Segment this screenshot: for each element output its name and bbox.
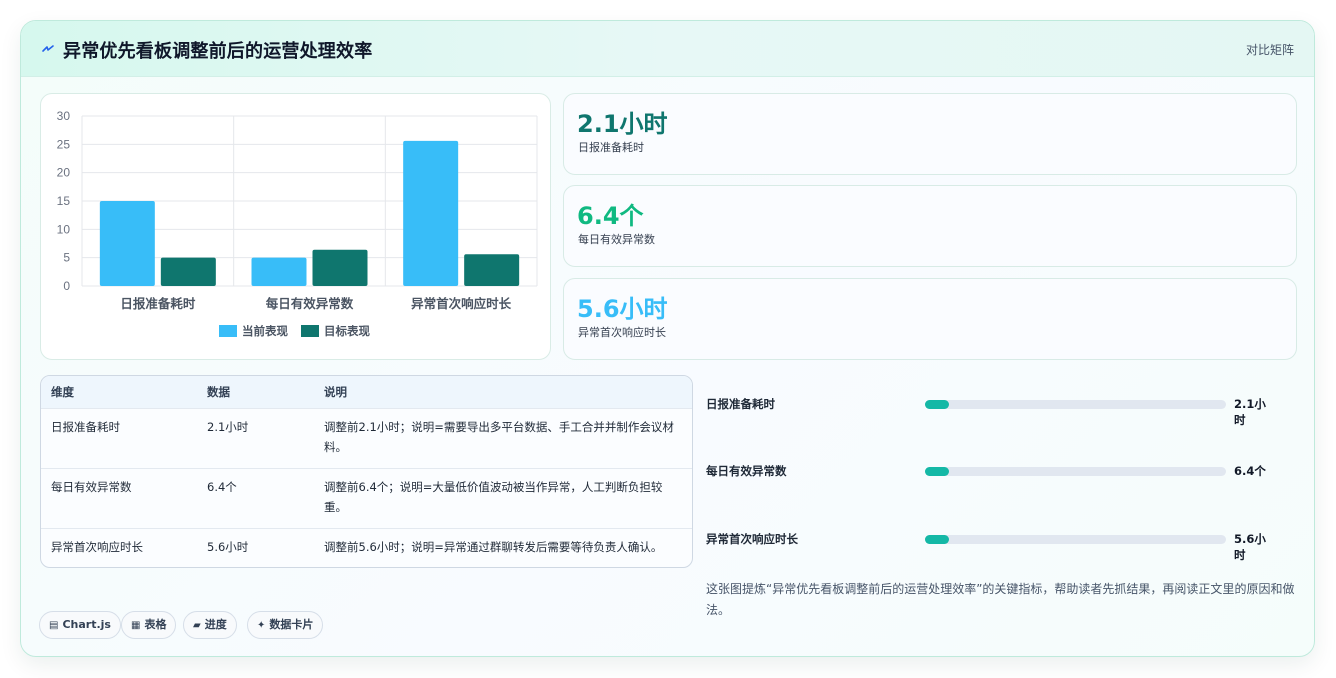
y-tick-label: 20 <box>57 166 71 180</box>
table-cell-dimension: 每日有效异常数 <box>51 480 132 494</box>
legend-label: 目标表现 <box>324 324 370 338</box>
bar-target <box>160 257 216 286</box>
progress-row: 异常首次响应时长 5.6小时 <box>706 524 1276 562</box>
table-cell-data: 6.4个 <box>207 480 237 494</box>
table-cell-data: 2.1小时 <box>207 420 249 434</box>
table-row: 每日有效异常数 6.4个 调整前6.4个；说明=大量低价值波动被当作异常，人工判… <box>41 469 692 529</box>
tag-data-card[interactable]: ✦ 数据卡片 <box>247 611 324 639</box>
card-header: 异常优先看板调整前后的运营处理效率 对比矩阵 <box>21 21 1314 77</box>
y-tick-label: 30 <box>57 109 71 123</box>
chart-panel: 0 5 10 15 20 25 30 日报准备耗时 每日有效异常数 异常首次响应时长当前表现 目标表… <box>40 93 551 360</box>
legend-swatch <box>301 325 319 337</box>
bar-current <box>99 201 155 286</box>
table-cell-dimension: 日报准备耗时 <box>51 420 120 434</box>
progress-row: 日报准备耗时 2.1小时 <box>706 389 1276 427</box>
y-tick-label: 25 <box>57 137 71 151</box>
progress-fill <box>925 535 950 544</box>
progress-fill <box>925 467 950 476</box>
chart-icon: ▤ <box>49 620 59 631</box>
kpi-card-report-time: 2.1小时 日报准备耗时 <box>563 93 1297 175</box>
kpi-label: 日报准备耗时 <box>578 141 644 154</box>
dashboard-card: 异常优先看板调整前后的运营处理效率 对比矩阵 0 5 10 15 20 25 30 日报准备耗… <box>20 20 1315 657</box>
tag-label: 进度 <box>204 618 227 631</box>
table-header-row: 维度 数据 说明 <box>41 376 692 409</box>
table-cell-note: 调整前5.6小时；说明=异常通过群聊转发后需要等待负责人确认。 <box>324 540 663 554</box>
page-title: 异常优先看板调整前后的运营处理效率 <box>63 41 373 62</box>
progress-track <box>925 467 1226 476</box>
bar-current <box>403 140 459 286</box>
progress-value: 2.1小时 <box>1234 397 1266 427</box>
table-cell-note: 调整前6.4个；说明=大量低价值波动被当作异常，人工判断负担较重。 <box>324 480 663 514</box>
card-icon: ✦ <box>257 620 266 631</box>
x-tick-label: 日报准备耗时 <box>120 296 196 311</box>
tag-label: 表格 <box>144 618 167 631</box>
table-header-data: 数据 <box>207 385 230 399</box>
tag-label: 数据卡片 <box>269 618 314 631</box>
kpi-value: 2.1小时 <box>577 110 668 138</box>
legend-label: 当前表现 <box>242 324 288 338</box>
tag-chartjs[interactable]: ▤ Chart.js <box>39 611 121 639</box>
progress-label: 每日有效异常数 <box>706 464 787 478</box>
progress-label: 异常首次响应时长 <box>706 532 798 546</box>
data-table: 维度 数据 说明 日报准备耗时 2.1小时 调整前2.1小时；说明=需要导出多平… <box>40 375 693 568</box>
tag-table[interactable]: ▦ 表格 <box>121 611 177 639</box>
bar-chart: 0 5 10 15 20 25 30 日报准备耗时 每日有效异常数 异常首次响应时长当前表现 目标表… <box>57 109 538 338</box>
x-tick-label: 每日有效异常数 <box>266 296 354 311</box>
table-cell-data: 5.6小时 <box>207 540 249 554</box>
table-row: 日报准备耗时 2.1小时 调整前2.1小时；说明=需要导出多平台数据、手工合并并… <box>41 409 692 469</box>
tag-label: Chart.js <box>62 618 111 631</box>
y-tick-label: 0 <box>63 279 70 293</box>
progress-value: 5.6小时 <box>1234 532 1266 562</box>
summary-text: 这张图提炼“异常优先看板调整前后的运营处理效率”的关键指标，帮助读者先抓结果，再… <box>706 582 1295 617</box>
table-icon: ▦ <box>131 620 141 631</box>
table-header-note: 说明 <box>324 385 347 399</box>
progress-value: 6.4个 <box>1234 464 1266 478</box>
kpi-card-daily-anomalies: 6.4个 每日有效异常数 <box>563 185 1297 267</box>
table-cell-dimension: 异常首次响应时长 <box>51 540 143 554</box>
progress-track <box>925 400 1226 409</box>
kpi-label: 异常首次响应时长 <box>578 326 666 339</box>
table-header-dimension: 维度 <box>51 385 74 399</box>
progress-icon: ▰ <box>193 620 201 631</box>
compare-matrix-link[interactable]: 对比矩阵 <box>1246 41 1294 58</box>
y-tick-label: 5 <box>63 251 70 265</box>
progress-fill <box>925 400 950 409</box>
bar-current <box>251 257 307 286</box>
y-tick-label: 15 <box>57 194 71 208</box>
table-cell-note: 调整前2.1小时；说明=需要导出多平台数据、手工合并并制作会议材料。 <box>324 420 674 454</box>
tag-progress[interactable]: ▰ 进度 <box>183 611 237 639</box>
kpi-card-response-time: 5.6小时 异常首次响应时长 <box>563 278 1297 360</box>
legend-swatch <box>219 325 237 337</box>
kpi-value: 6.4个 <box>577 202 644 230</box>
progress-label: 日报准备耗时 <box>706 397 775 411</box>
bar-target <box>464 254 520 286</box>
bar-target <box>312 249 368 286</box>
kpi-value: 5.6小时 <box>577 295 668 323</box>
table-row: 异常首次响应时长 5.6小时 调整前5.6小时；说明=异常通过群聊转发后需要等待… <box>41 529 692 567</box>
kpi-label: 每日有效异常数 <box>578 233 655 246</box>
y-tick-label: 10 <box>57 222 71 236</box>
progress-row: 每日有效异常数 6.4个 <box>706 456 1276 486</box>
x-tick-label: 异常首次响应时长 <box>411 296 512 311</box>
progress-track <box>925 535 1226 544</box>
bolt-icon <box>42 45 54 52</box>
